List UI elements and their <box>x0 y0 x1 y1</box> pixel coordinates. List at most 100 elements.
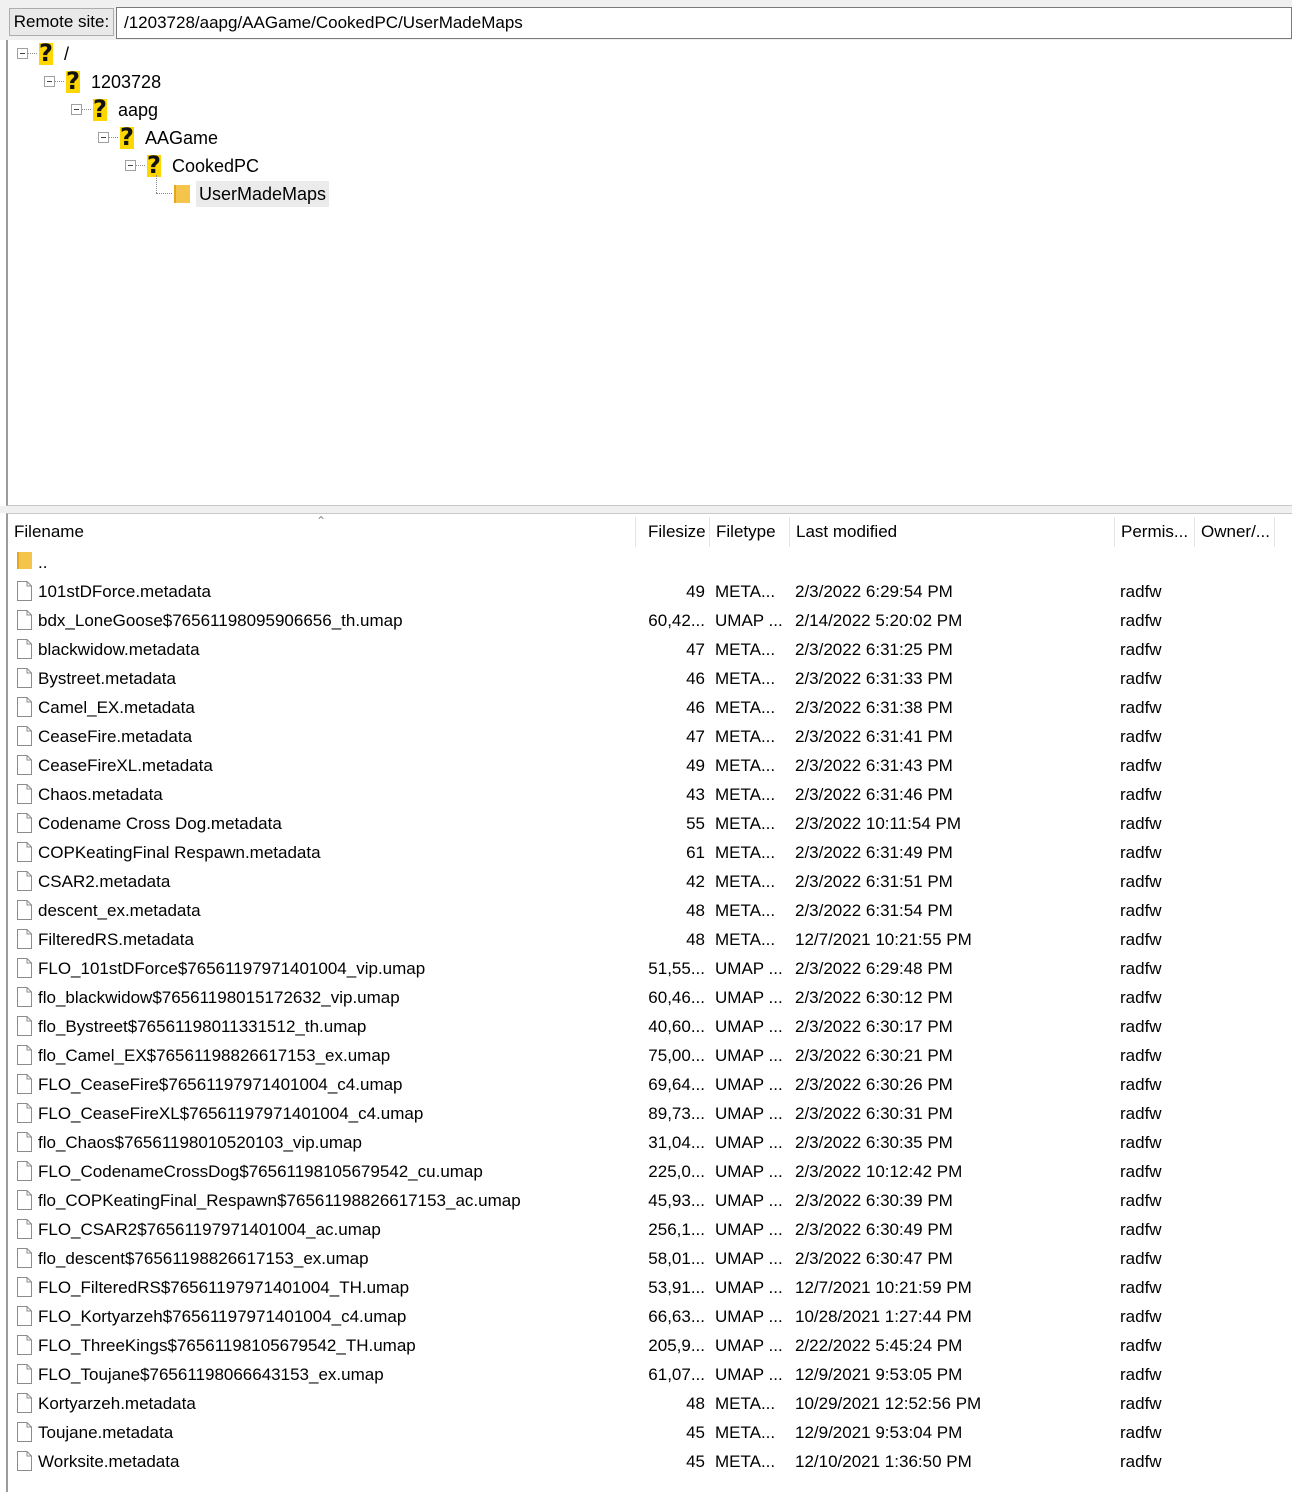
tree-node-label[interactable]: AAGame <box>145 125 218 151</box>
file-row[interactable]: FLO_101stDForce$76561197971401004_vip.um… <box>8 954 1292 983</box>
file-icon <box>17 1161 32 1181</box>
file-modified: 2/3/2022 6:31:43 PM <box>795 756 953 775</box>
file-row[interactable]: Worksite.metadata 45 META... 12/10/2021 1:3… <box>8 1447 1292 1476</box>
file-permissions: radfw <box>1120 872 1162 891</box>
file-row[interactable]: blackwidow.metadata 47 META... 2/3/2022 6:3… <box>8 635 1292 664</box>
tree-node[interactable]: ? / <box>8 40 408 67</box>
column-header-owner[interactable]: Owner/... <box>1195 517 1275 547</box>
file-size: 256,1... <box>648 1220 705 1239</box>
column-header-filetype[interactable]: Filetype <box>710 517 790 547</box>
file-row[interactable]: FilteredRS.metadata 48 META... 12/7/2021 10… <box>8 925 1292 954</box>
tree-node[interactable]: ? 1203728 <box>8 68 408 95</box>
file-modified: 2/3/2022 6:30:17 PM <box>795 1017 953 1036</box>
tree-node-label[interactable]: aapg <box>118 97 158 123</box>
file-modified: 12/7/2021 10:21:59 PM <box>795 1278 972 1297</box>
file-row[interactable]: COPKeatingFinal Respawn.metadata 61 META..… <box>8 838 1292 867</box>
file-icon <box>17 1306 32 1326</box>
file-row[interactable]: FLO_CeaseFire$76561197971401004_c4.umap 6… <box>8 1070 1292 1099</box>
file-row[interactable]: flo_Bystreet$76561198011331512_th.umap 40… <box>8 1012 1292 1041</box>
collapse-icon[interactable] <box>125 160 136 171</box>
file-type: UMAP ... <box>715 959 783 978</box>
tree-node-label[interactable]: UserMadeMaps <box>196 181 330 207</box>
tree-node[interactable]: UserMadeMaps <box>8 175 408 207</box>
tree-node[interactable]: ? aapg <box>8 96 408 123</box>
file-modified: 12/10/2021 1:36:50 PM <box>795 1452 972 1471</box>
remote-file-list[interactable]: Filename ⌃ Filesize Filetype Last modifi… <box>6 513 1292 1492</box>
tree-connector <box>82 109 91 110</box>
column-header-permissions[interactable]: Permis... <box>1115 517 1195 547</box>
remote-directory-tree[interactable]: ? /? 1203728? aapg? AAGame? CookedPC UserMadeM… <box>6 40 1292 506</box>
file-row[interactable]: bdx_LoneGoose$76561198095906656_th.umap 6… <box>8 606 1292 635</box>
file-row[interactable]: Chaos.metadata 43 META... 2/3/2022 6:31:46 … <box>8 780 1292 809</box>
file-icon <box>17 871 32 891</box>
file-row[interactable]: FLO_ThreeKings$76561198105679542_TH.umap… <box>8 1331 1292 1360</box>
file-modified: 2/22/2022 5:45:24 PM <box>795 1336 963 1355</box>
pane-splitter[interactable] <box>0 506 1292 513</box>
file-type: META... <box>715 1423 776 1442</box>
tree-node-label[interactable]: CookedPC <box>172 153 259 179</box>
collapse-icon[interactable] <box>71 104 82 115</box>
file-row[interactable]: Codename Cross Dog.metadata 55 META... 2/3/… <box>8 809 1292 838</box>
file-name: FLO_Toujane$76561198066643153_ex.umap <box>38 1365 384 1384</box>
file-permissions: radfw <box>1120 1452 1162 1471</box>
file-row[interactable]: flo_blackwidow$76561198015172632_vip.uma… <box>8 983 1292 1012</box>
file-size: 45,93... <box>648 1191 705 1210</box>
file-row[interactable]: FLO_CSAR2$76561197971401004_ac.umap 256,1… <box>8 1215 1292 1244</box>
file-name: FLO_CeaseFire$76561197971401004_c4.umap <box>38 1075 403 1094</box>
file-row[interactable]: FLO_Kortyarzeh$76561197971401004_c4.umap… <box>8 1302 1292 1331</box>
file-row[interactable]: 101stDForce.metadata 49 META... 2/3/2022 6:… <box>8 577 1292 606</box>
file-row[interactable]: flo_Camel_EX$76561198826617153_ex.umap 75… <box>8 1041 1292 1070</box>
file-row[interactable]: FLO_FilteredRS$76561197971401004_TH.umap… <box>8 1273 1292 1302</box>
file-name: flo_Bystreet$76561198011331512_th.umap <box>38 1017 367 1036</box>
collapse-icon[interactable] <box>98 132 109 143</box>
file-size: 42 <box>686 872 705 891</box>
file-name: blackwidow.metadata <box>38 640 200 659</box>
file-size: 55 <box>686 814 705 833</box>
collapse-icon[interactable] <box>17 48 28 59</box>
file-row[interactable]: flo_Chaos$76561198010520103_vip.umap 31,0… <box>8 1128 1292 1157</box>
file-row[interactable]: Toujane.metadata 45 META... 12/9/2021 9:53:… <box>8 1418 1292 1447</box>
file-row[interactable]: descent_ex.metadata 48 META... 2/3/2022 6:3… <box>8 896 1292 925</box>
file-name: CeaseFire.metadata <box>38 727 193 746</box>
file-name: Camel_EX.metadata <box>38 698 195 717</box>
file-modified: 2/3/2022 10:11:54 PM <box>795 814 962 833</box>
file-row[interactable]: Camel_EX.metadata 46 META... 2/3/2022 6:31:… <box>8 693 1292 722</box>
file-type: UMAP ... <box>715 988 783 1007</box>
tree-node[interactable]: ? AAGame <box>8 124 408 151</box>
file-modified: 2/3/2022 6:30:12 PM <box>795 988 953 1007</box>
file-row[interactable]: CSAR2.metadata 42 META... 2/3/2022 6:31:51 … <box>8 867 1292 896</box>
file-row[interactable]: FLO_CodenameCrossDog$76561198105679542_c… <box>8 1157 1292 1186</box>
file-modified: 2/3/2022 6:31:25 PM <box>795 640 953 659</box>
file-row[interactable]: Bystreet.metadata 46 META... 2/3/2022 6:31:… <box>8 664 1292 693</box>
file-row[interactable]: flo_COPKeatingFinal_Respawn$765611988266… <box>8 1186 1292 1215</box>
file-type: UMAP ... <box>715 1162 783 1181</box>
column-header-filesize[interactable]: Filesize <box>642 517 710 547</box>
file-row[interactable]: CeaseFireXL.metadata 49 META... 2/3/2022 6:… <box>8 751 1292 780</box>
tree-node[interactable]: ? CookedPC <box>8 152 408 179</box>
collapse-icon[interactable] <box>44 76 55 87</box>
tree-node-label[interactable]: / <box>64 41 69 67</box>
parent-directory-row[interactable]: .. <box>8 548 1292 577</box>
file-name: flo_COPKeatingFinal_Respawn$765611988266… <box>38 1191 521 1210</box>
file-row[interactable]: Kortyarzeh.metadata 48 META... 10/29/2021 1… <box>8 1389 1292 1418</box>
file-row[interactable]: flo_descent$76561198826617153_ex.umap 58,… <box>8 1244 1292 1273</box>
file-permissions: radfw <box>1120 727 1162 746</box>
column-header-last-modified[interactable]: Last modified <box>790 517 1115 547</box>
file-row[interactable]: FLO_CeaseFireXL$76561197971401004_c4.uma… <box>8 1099 1292 1128</box>
file-type: UMAP ... <box>715 1075 783 1094</box>
file-size: 89,73... <box>648 1104 705 1123</box>
file-row[interactable]: CeaseFire.metadata 47 META... 2/3/2022 6:31… <box>8 722 1292 751</box>
file-permissions: radfw <box>1120 843 1162 862</box>
file-permissions: radfw <box>1120 1394 1162 1413</box>
file-name: Worksite.metadata <box>38 1452 180 1471</box>
file-size: 46 <box>686 698 705 717</box>
tree-node-label[interactable]: 1203728 <box>91 69 161 95</box>
file-icon <box>17 610 32 630</box>
file-size: 58,01... <box>648 1249 705 1268</box>
file-size: 60,42... <box>648 611 705 630</box>
remote-path-input[interactable]: /1203728/aapg/AAGame/CookedPC/UserMadeMa… <box>116 7 1292 39</box>
file-modified: 2/3/2022 6:30:31 PM <box>795 1104 953 1123</box>
file-modified: 10/28/2021 1:27:44 PM <box>795 1307 972 1326</box>
file-row[interactable]: FLO_Toujane$76561198066643153_ex.umap 61,… <box>8 1360 1292 1389</box>
file-type: META... <box>715 1394 776 1413</box>
